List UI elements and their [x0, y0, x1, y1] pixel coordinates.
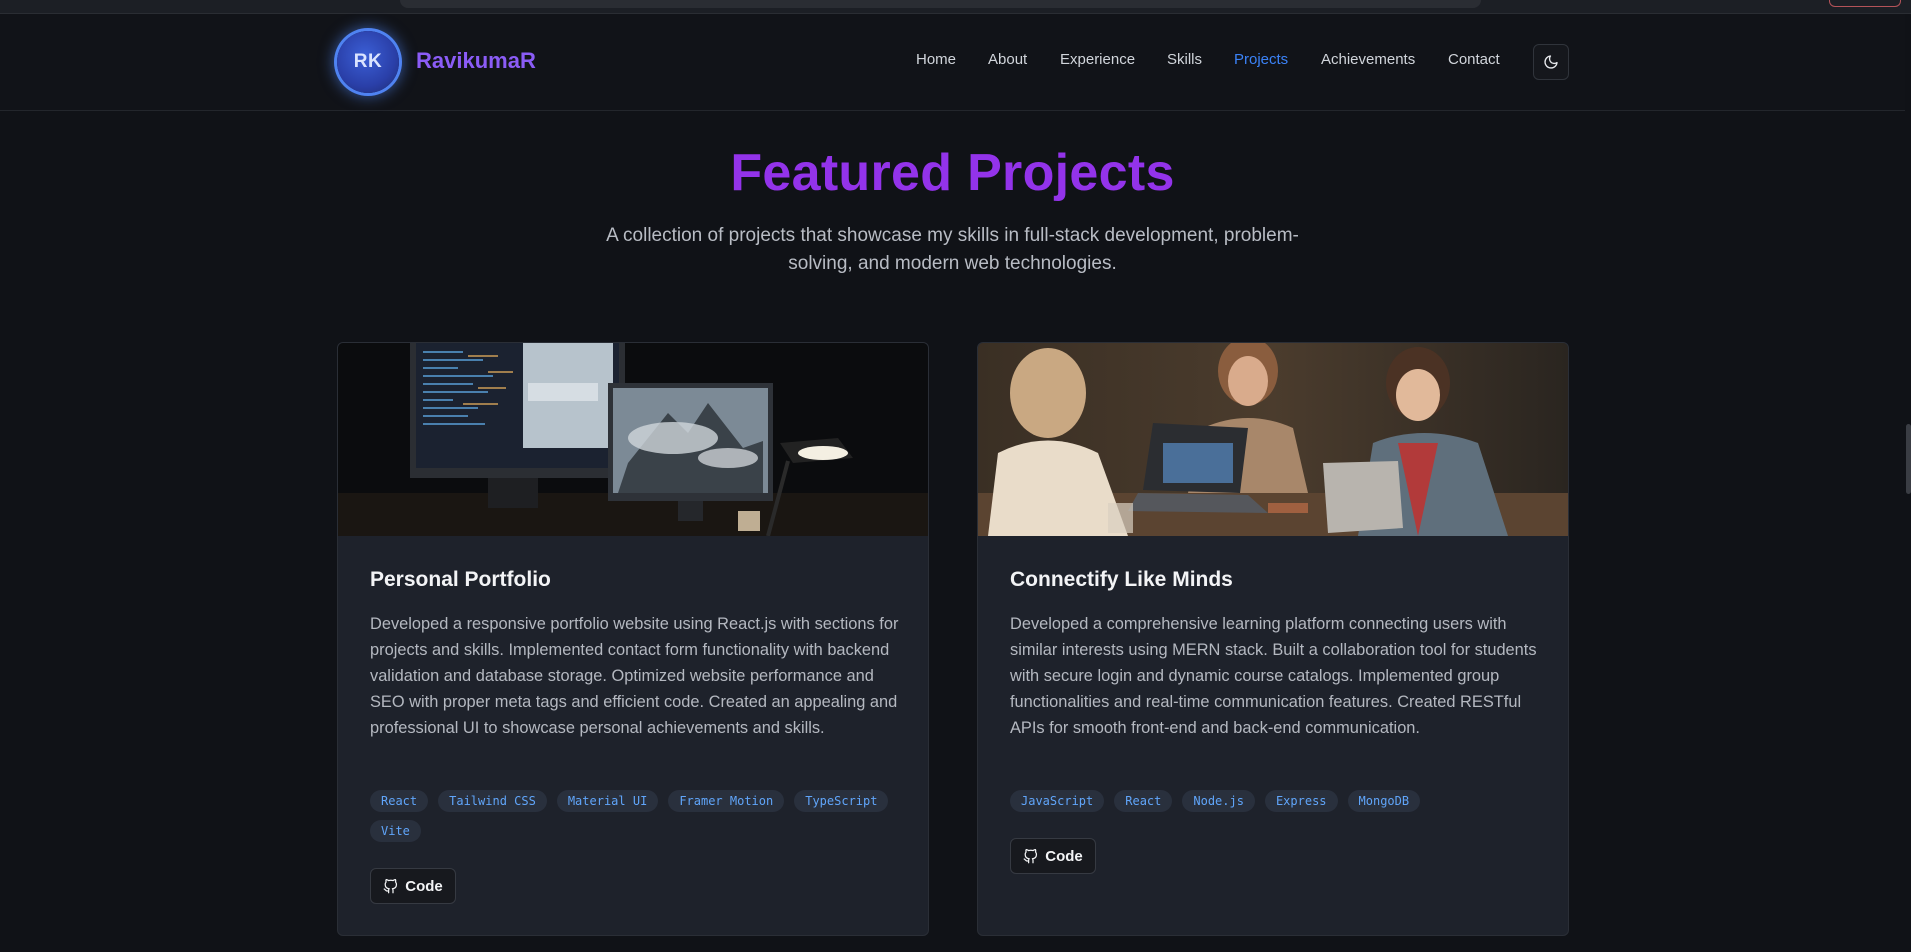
- github-icon: [1023, 848, 1038, 863]
- scrollbar[interactable]: [1905, 14, 1911, 952]
- project-image-workspace: [338, 343, 928, 536]
- project-card: Personal Portfolio Developed a responsiv…: [337, 342, 929, 936]
- project-description: Developed a comprehensive learning platf…: [1010, 615, 1537, 737]
- nav-contact[interactable]: Contact: [1448, 51, 1500, 68]
- nav-skills[interactable]: Skills: [1167, 51, 1202, 68]
- tech-tag: React: [1114, 790, 1173, 812]
- browser-toolbar: [0, 0, 1911, 14]
- nav-about[interactable]: About: [988, 51, 1027, 68]
- code-button-label: Code: [405, 877, 443, 895]
- project-tags: React Tailwind CSS Material UI Framer Mo…: [370, 790, 910, 842]
- section-subtitle: A collection of projects that showcase m…: [606, 225, 1299, 274]
- moon-icon: [1544, 55, 1558, 69]
- tech-tag: TypeScript: [794, 790, 889, 812]
- project-title: Personal Portfolio: [370, 568, 551, 591]
- nav-achievements[interactable]: Achievements: [1321, 51, 1415, 68]
- tech-tag: JavaScript: [1010, 790, 1105, 812]
- browser-action-button[interactable]: [1829, 0, 1901, 7]
- project-tags: JavaScript React Node.js Express MongoDB: [1010, 790, 1550, 812]
- tech-tag: Vite: [370, 820, 421, 842]
- tech-tag: Framer Motion: [668, 790, 785, 812]
- project-card: Connectify Like Minds Developed a compre…: [977, 342, 1569, 936]
- tech-tag: Express: [1264, 790, 1338, 812]
- theme-toggle-button[interactable]: [1533, 44, 1569, 80]
- main-nav: Home About Experience Skills Projects Ac…: [0, 51, 1905, 75]
- section-title: Featured Projects: [730, 144, 1175, 202]
- nav-projects[interactable]: Projects: [1234, 51, 1288, 68]
- project-image-team: [978, 343, 1568, 536]
- tech-tag: Tailwind CSS: [438, 790, 547, 812]
- tech-tag: React: [370, 790, 429, 812]
- nav-experience[interactable]: Experience: [1060, 51, 1135, 68]
- code-button[interactable]: Code: [1010, 838, 1096, 874]
- tech-tag: MongoDB: [1347, 790, 1421, 812]
- project-description: Developed a responsive portfolio website…: [370, 615, 899, 737]
- code-button[interactable]: Code: [370, 868, 456, 904]
- nav-home[interactable]: Home: [916, 51, 956, 68]
- tech-tag: Node.js: [1182, 790, 1255, 812]
- scrollbar-thumb[interactable]: [1906, 424, 1911, 494]
- tech-tag: Material UI: [556, 790, 659, 812]
- code-button-label: Code: [1045, 847, 1083, 865]
- github-icon: [383, 878, 398, 893]
- site-header: RK RavikumaR Home About Experience Skill…: [0, 14, 1905, 111]
- address-bar[interactable]: [400, 0, 1481, 8]
- project-title: Connectify Like Minds: [1010, 568, 1233, 591]
